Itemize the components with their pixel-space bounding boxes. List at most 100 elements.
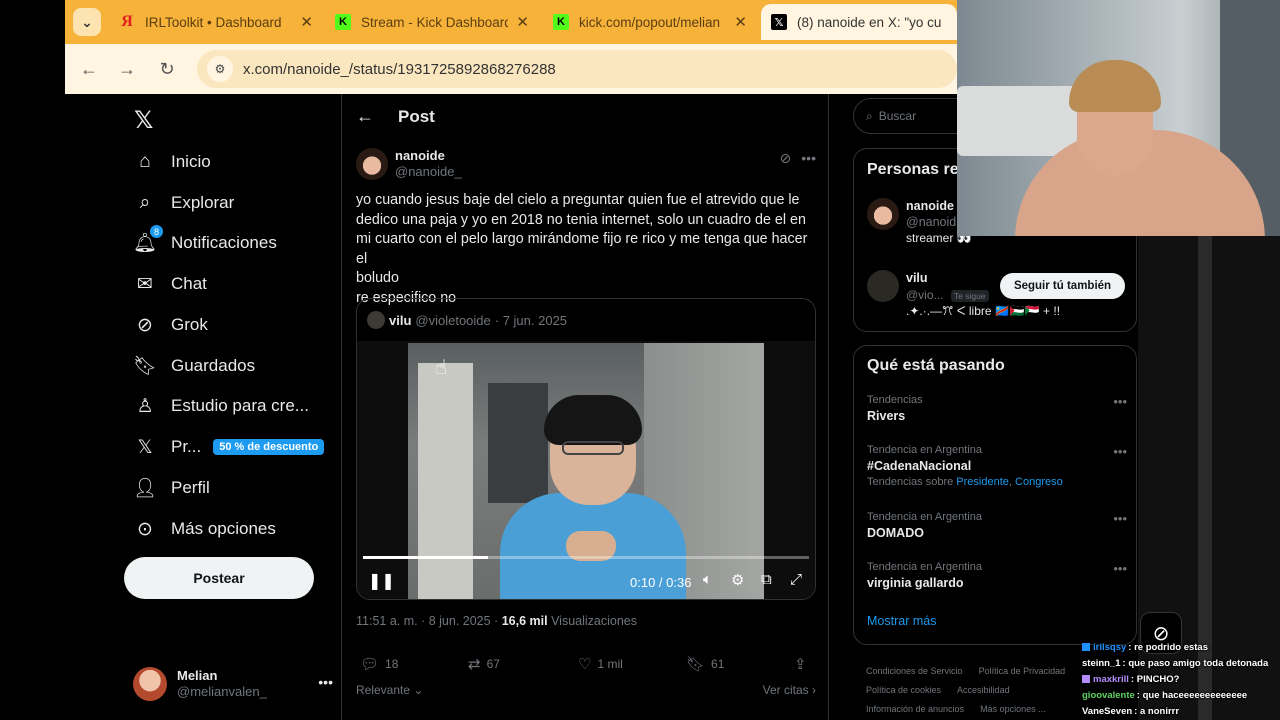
picture-in-picture-icon[interactable]: ⧉: [761, 571, 772, 588]
grok-icon[interactable]: ⊘: [780, 150, 792, 167]
follow-back-button[interactable]: Seguir tú también: [1000, 273, 1125, 299]
more-horizontal-icon[interactable]: •••: [318, 674, 333, 690]
pause-icon[interactable]: ❚❚: [368, 571, 395, 591]
fullscreen-icon[interactable]: ⤢: [790, 571, 802, 588]
nav-item-bookmarks[interactable]: 🔖︎ Guardados: [133, 348, 255, 384]
footer-link[interactable]: Política de Privacidad: [979, 662, 1066, 681]
relevance-label: Relevante: [356, 683, 411, 697]
browser-tab-active[interactable]: 𝕏 (8) nanoide en X: "yo cu: [761, 4, 957, 40]
bookmark-icon: 🔖︎: [132, 356, 158, 377]
footer-link[interactable]: Política de cookies: [866, 681, 941, 700]
settings-gear-icon[interactable]: ⚙: [731, 571, 744, 589]
more-horizontal-icon[interactable]: •••: [1113, 560, 1127, 578]
person-handle: @vio...: [906, 287, 944, 302]
footer-link[interactable]: Información de anuncios: [866, 700, 964, 719]
nav-label: Estudio para cre...: [171, 396, 309, 415]
nav-item-home[interactable]: ⌂ Inicio: [133, 144, 211, 180]
trend-item[interactable]: Tendencia en Argentina virginia gallardo…: [867, 560, 1127, 592]
nav-item-grok[interactable]: ⊘ Grok: [133, 307, 208, 343]
avatar: [133, 667, 167, 701]
tab-title: Stream - Kick Dashboard: [361, 14, 509, 30]
author-handle[interactable]: @nanoide_: [395, 164, 462, 180]
more-horizontal-icon[interactable]: •••: [1113, 510, 1127, 528]
reply-button[interactable]: 💬︎ 18: [360, 655, 398, 673]
more-horizontal-icon[interactable]: •••: [1113, 443, 1127, 461]
repost-icon: ⇄: [468, 656, 481, 673]
video-player[interactable]: ☝ ❚❚ 0:10 / 0:36 🔈︎ ⚙ ⧉ ⤢: [357, 341, 815, 599]
close-icon[interactable]: ✕: [734, 13, 747, 31]
nav-item-profile[interactable]: 👤︎ Perfil: [133, 470, 210, 506]
close-icon[interactable]: ✕: [516, 13, 529, 31]
site-settings-icon[interactable]: ⚙: [207, 56, 233, 82]
browser-toolbar: ← → ↻ ⚙ x.com/nanoide_/status/1931725892…: [65, 44, 957, 94]
close-icon[interactable]: ✕: [300, 13, 313, 31]
avatar: [367, 311, 385, 329]
more-horizontal-icon[interactable]: •••: [801, 150, 816, 167]
avatar[interactable]: [867, 270, 899, 302]
footer-link[interactable]: Condiciones de Servicio: [866, 662, 963, 681]
trend-item[interactable]: Tendencias Rivers •••: [867, 393, 1127, 425]
tab-title: IRLToolkit • Dashboard: [145, 14, 282, 30]
browser-tab[interactable]: K Stream - Kick Dashboard ✕: [325, 4, 539, 40]
avatar[interactable]: [867, 198, 899, 230]
repost-button[interactable]: ⇄ 67: [468, 655, 500, 673]
trend-title: #CadenaNacional: [867, 458, 972, 473]
page-title: Post: [398, 106, 435, 126]
nav-item-creator-studio[interactable]: ♙ Estudio para cre...: [133, 388, 309, 424]
x-logo-icon[interactable]: 𝕏: [134, 106, 153, 135]
views-count: 16,6 mil: [501, 614, 548, 628]
post-actions: 💬︎ 18 ⇄ 67 ♡ 1 mil 🔖︎ 61 ⇪: [356, 655, 816, 675]
trend-item[interactable]: Tendencia en Argentina #CadenaNacional T…: [867, 443, 1127, 490]
trend-title: Rivers: [867, 408, 906, 423]
chat-text: que paso amigo toda detonada: [1128, 658, 1269, 669]
quote-author-name: vilu: [389, 312, 412, 328]
view-quotes-link[interactable]: Ver citas ›: [763, 683, 816, 697]
nav-item-notifications[interactable]: 🔔︎ 8 Notificaciones: [133, 225, 277, 261]
avatar[interactable]: [356, 148, 388, 180]
volume-icon[interactable]: 🔈︎: [703, 571, 712, 588]
like-button[interactable]: ♡ 1 mil: [578, 655, 623, 673]
post-button[interactable]: Postear: [124, 557, 314, 599]
forward-arrow-icon[interactable]: →: [115, 57, 139, 81]
chat-text: re podrido estas: [1134, 642, 1209, 653]
discount-badge: 50 % de descuento: [213, 439, 325, 455]
trend-link[interactable]: Congreso: [1015, 476, 1063, 488]
browser-tab[interactable]: K kick.com/popout/melian ✕: [543, 4, 757, 40]
footer-link[interactable]: Más opciones ...: [980, 700, 1046, 719]
browser-tab-bar: ⌄ Я IRLToolkit • Dashboard ✕ K Stream - …: [65, 0, 957, 44]
nav-item-premium[interactable]: 𝕏 Pr... 50 % de descuento: [133, 429, 325, 465]
nav-item-explore[interactable]: ⌕ Explorar: [133, 185, 235, 221]
tab-search-button[interactable]: ⌄: [73, 8, 101, 36]
url-text: x.com/nanoide_/status/193172589286827628…: [243, 60, 556, 78]
relevance-dropdown[interactable]: Relevante ⌄: [356, 683, 423, 697]
back-arrow-icon[interactable]: ←: [356, 106, 374, 127]
address-bar[interactable]: ⚙ x.com/nanoide_/status/1931725892868276…: [197, 50, 957, 88]
share-button[interactable]: ⇪: [794, 655, 813, 673]
video-progress-bar[interactable]: [363, 556, 809, 559]
post-author: nanoide @nanoide_ ⊘ •••: [356, 148, 816, 182]
account-switcher[interactable]: Melian @melianvalen_ •••: [133, 666, 333, 702]
video-frame: [408, 343, 764, 599]
trends-card-title: Qué está pasando: [867, 357, 1005, 374]
tab-title: kick.com/popout/melian: [579, 14, 721, 30]
nav-item-more[interactable]: ⊙ Más opciones: [133, 511, 276, 547]
footer-link[interactable]: Accesibilidad: [957, 681, 1010, 700]
show-more-link[interactable]: Mostrar más: [867, 614, 936, 628]
quoted-post[interactable]: vilu @violetooide · 7 jun. 2025 ☝ ❚❚ 0:1…: [356, 298, 816, 600]
chat-text: a nonirrr: [1139, 706, 1180, 717]
chat-user: irilsqsy: [1093, 642, 1127, 653]
reload-icon[interactable]: ↻: [155, 57, 179, 81]
kick-icon: K: [553, 14, 569, 30]
nav-item-chat[interactable]: ✉ Chat: [133, 266, 207, 302]
back-arrow-icon[interactable]: ←: [77, 57, 101, 81]
nav-label: Inicio: [171, 152, 211, 171]
mail-icon: ✉: [137, 273, 153, 295]
browser-tab[interactable]: Я IRLToolkit • Dashboard ✕: [109, 4, 323, 40]
author-name[interactable]: nanoide: [395, 148, 462, 164]
more-horizontal-icon[interactable]: •••: [1113, 393, 1127, 411]
trend-link[interactable]: Presidente: [956, 476, 1009, 488]
bookmark-count: 61: [711, 657, 725, 671]
bookmark-button[interactable]: 🔖︎ 61: [686, 655, 724, 673]
grok-icon: ⊘: [137, 314, 153, 336]
trend-item[interactable]: Tendencia en Argentina DOMADO •••: [867, 510, 1127, 542]
